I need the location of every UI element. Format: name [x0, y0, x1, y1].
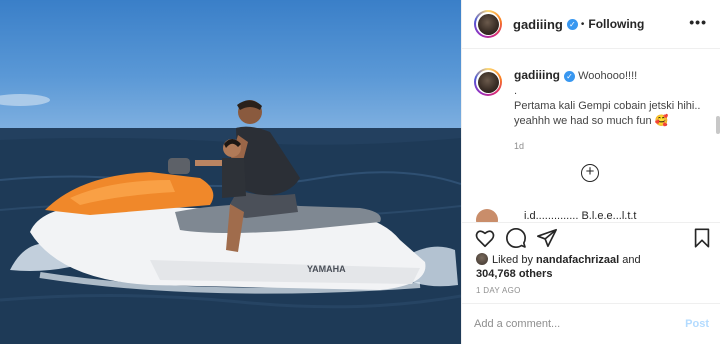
post-sidebar: gadiiing ✓ • Following ••• gadiiing ✓ Woo… — [461, 0, 720, 344]
post-photo[interactable]: YAMAHA — [0, 0, 461, 344]
paper-plane-icon[interactable] — [536, 227, 558, 249]
partial-comment-text: i.d.............. B.l.e.e...l.t.t — [524, 210, 637, 222]
liker-username[interactable]: nandafachrizaal — [536, 254, 619, 266]
more-options-icon[interactable]: ••• — [689, 14, 707, 30]
likes-prefix: Liked by — [492, 254, 533, 266]
caption-username[interactable]: gadiiing — [514, 68, 560, 82]
caption-line-1: Woohooo!!!! — [578, 70, 638, 82]
likes-summary: Liked by nandafachrizaal and 304,768 oth… — [476, 253, 641, 281]
likes-count[interactable]: 304,768 others — [476, 268, 552, 280]
caption-avatar[interactable] — [474, 68, 502, 96]
caption-time[interactable]: 1d — [514, 139, 709, 154]
jetski-scene: YAMAHA — [0, 94, 461, 344]
header-separator: • — [580, 18, 585, 30]
commenter-avatar[interactable] — [476, 209, 498, 222]
heart-icon[interactable] — [474, 227, 496, 249]
caption-line-4: yeahhh we had so much fun 🥰 — [514, 115, 669, 127]
author-username[interactable]: gadiiing — [513, 17, 563, 32]
bookmark-icon[interactable] — [691, 227, 713, 249]
partially-visible-comment: i.d.............. B.l.e.e...l.t.t — [474, 208, 714, 222]
comment-bubble-icon[interactable] — [505, 227, 527, 249]
verified-badge-icon: ✓ — [564, 70, 575, 82]
plus-circle-icon[interactable]: + — [581, 164, 599, 182]
liker-avatar[interactable] — [476, 253, 488, 265]
author-avatar[interactable] — [474, 10, 502, 38]
caption-comment: gadiiing ✓ Woohooo!!!! . Pertama kali Gem… — [474, 68, 709, 154]
caption-line-3: Pertama kali Gempi cobain jetski hihi.. — [514, 100, 701, 112]
post-actions: Liked by nandafachrizaal and 304,768 oth… — [462, 222, 720, 302]
comment-input[interactable] — [474, 318, 686, 330]
likes-and: and — [622, 254, 641, 266]
following-button[interactable]: Following — [588, 17, 644, 31]
comments-scrollbar[interactable] — [716, 116, 720, 134]
jetski-brand-label: YAMAHA — [307, 264, 346, 274]
verified-badge-icon: ✓ — [566, 18, 578, 30]
post-timestamp[interactable]: 1 DAY AGO — [476, 286, 521, 295]
comments-section[interactable]: gadiiing ✓ Woohooo!!!! . Pertama kali Gem… — [462, 50, 720, 222]
caption-line-2: . — [514, 85, 518, 97]
post-header: gadiiing ✓ • Following ••• — [462, 0, 720, 49]
post-comment-button[interactable]: Post — [685, 318, 709, 330]
add-comment-bar: Post — [462, 303, 720, 344]
